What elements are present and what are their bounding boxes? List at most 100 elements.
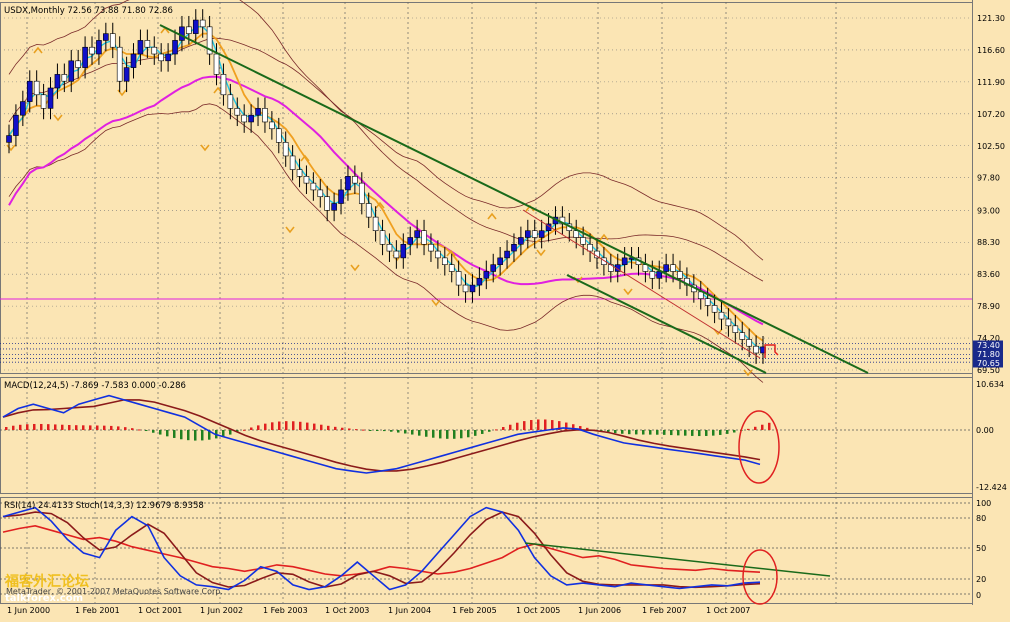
macd-histogram-bar (411, 430, 414, 435)
candle-body (289, 155, 296, 170)
macd-histogram-bar (726, 430, 729, 434)
candle-body (441, 257, 448, 265)
macd-histogram-bar (26, 424, 29, 430)
price-tick: 111.90 (977, 78, 1005, 87)
candle-body (33, 80, 40, 96)
fractal-arrow-icon (350, 264, 360, 272)
candle-body (116, 46, 123, 82)
candle-body (365, 203, 372, 218)
candle-body (61, 74, 68, 82)
candle-body (220, 74, 227, 96)
candle-body (96, 40, 102, 55)
macd-histogram-bar (110, 425, 113, 430)
macd-histogram-bar (341, 427, 344, 430)
candle-body (13, 114, 19, 136)
macd-histogram-bar (152, 430, 155, 433)
macd-histogram-bar (96, 425, 99, 430)
time-tick: 1 Feb 2001 (75, 606, 120, 615)
macd-histogram-bar (299, 421, 302, 430)
price-tick: 116.60 (977, 46, 1005, 55)
macd-histogram-bar (649, 430, 652, 435)
macd-histogram-bar (404, 430, 407, 434)
candle-body (697, 291, 704, 299)
candle-body (89, 46, 95, 55)
rsi-line (2, 524, 761, 577)
macd-histogram-bar (761, 424, 764, 430)
candle-body (393, 250, 400, 259)
macd-histogram-bar (82, 425, 85, 430)
macd-histogram-bar (327, 425, 330, 430)
candle-body (476, 277, 483, 286)
candle-body (317, 189, 324, 198)
current-price-label: 73.40 (977, 341, 1000, 350)
candle-body (386, 243, 393, 252)
candle-body (407, 237, 414, 245)
candle-body (621, 257, 628, 265)
rsi-tick-0: 0 (976, 591, 981, 600)
upper-trendline (159, 24, 869, 374)
macd-histogram-bar (670, 430, 673, 436)
time-tick: 1 Oct 2007 (706, 606, 750, 615)
macd-histogram-bar (187, 430, 190, 441)
price-tick: 83.60 (977, 270, 1000, 279)
candle-body (109, 33, 116, 48)
time-tick: 1 Feb 2005 (452, 606, 497, 615)
candle-body (255, 108, 261, 116)
macd-histogram-bar (257, 425, 260, 430)
candle-body (718, 311, 725, 320)
candle-body (497, 257, 503, 265)
macd-histogram-bar (635, 430, 638, 435)
fractal-arrow-icon (487, 212, 497, 220)
macd-histogram-bar (453, 430, 456, 439)
candle-body (511, 243, 517, 252)
macd-histogram-bar (75, 425, 78, 430)
macd-histogram-bar (33, 423, 36, 430)
current-price-label: 70.65 (977, 359, 1000, 368)
macd-histogram-bar (432, 430, 435, 438)
candle-body (428, 243, 434, 252)
macd-histogram-bar (733, 430, 736, 433)
fractal-arrow-icon (53, 114, 63, 122)
time-tick: 1 Oct 2001 (138, 606, 182, 615)
candle-body (179, 26, 185, 41)
candle-body (75, 60, 81, 68)
macd-histogram-bar (103, 425, 106, 430)
macd-histogram-bar (439, 430, 442, 439)
macd-histogram-bar (460, 430, 463, 439)
macd-histogram-bar (719, 430, 722, 435)
candle-body (103, 33, 109, 41)
candle-body (525, 230, 531, 238)
candle-body (227, 94, 234, 109)
chart-canvas[interactable]: 121.30 116.60 111.90 107.20 102.50 97.80 93.00… (0, 0, 1010, 618)
rsi-tick-100: 100 (976, 499, 991, 508)
macd-histogram-bar (418, 430, 421, 436)
macd-histogram-bar (397, 430, 400, 433)
candle-body (213, 53, 220, 75)
price-tick: 107.20 (977, 110, 1005, 119)
candle-body (379, 230, 386, 245)
macd-histogram-bar (628, 430, 631, 435)
candle-body (670, 264, 676, 272)
chart-window[interactable]: 121.30 116.60 111.90 107.20 102.50 97.80 93.00… (0, 0, 1010, 618)
macd-histogram-bar (537, 419, 540, 430)
copyright-text: MetaTrader, © 2001-2007 MetaQuotes Softw… (6, 587, 223, 596)
rsi-panel-title: RSI(14) 24.4133 Stoch(14,3,3) 12.9679 8.… (4, 501, 204, 511)
rsi-tick-80: 80 (976, 514, 986, 523)
macd-histogram-bar (138, 429, 141, 431)
macd-histogram-bar (54, 424, 57, 430)
macd-histogram-bar (292, 421, 295, 430)
macd-histogram-bar (131, 428, 134, 430)
macd-tick-top: 10.634 (976, 380, 1004, 389)
candle-body (469, 284, 476, 293)
candle-body (753, 345, 759, 354)
macd-histogram-bar (68, 424, 71, 430)
macd-histogram-bar (166, 430, 169, 437)
price-tick: 78.90 (977, 302, 1000, 311)
candle-body (275, 128, 282, 143)
macd-histogram-bar (362, 429, 365, 431)
candle-body (518, 237, 524, 245)
macd-histogram-bar (754, 426, 757, 430)
candle-body (172, 40, 178, 55)
macd-histogram-bar (264, 423, 267, 430)
annotation-marker-icon (764, 344, 779, 358)
